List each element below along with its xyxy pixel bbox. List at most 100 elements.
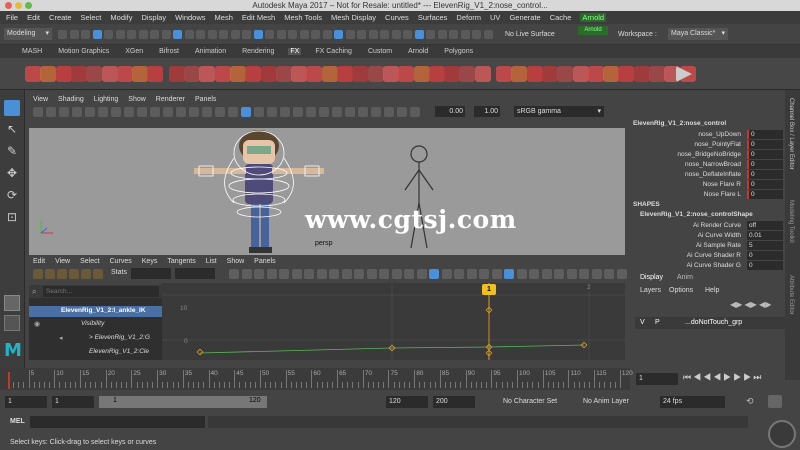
fps-dropdown[interactable]: 24 fps bbox=[660, 396, 725, 408]
shape-channel-row[interactable]: Ai Curve Width 0.01 bbox=[630, 231, 785, 241]
status-tool-icon[interactable] bbox=[311, 30, 320, 39]
tangent-icon[interactable] bbox=[69, 269, 79, 279]
shelf-tool-icon[interactable] bbox=[557, 66, 574, 82]
status-tool-icon[interactable] bbox=[426, 30, 435, 39]
viewport-tool-icon[interactable] bbox=[124, 107, 134, 117]
channel-value[interactable]: 0 bbox=[747, 251, 783, 260]
time-slider[interactable]: 5 10 15 20 25 30 35 40 45 50 55 60 65 70 75 80 85 90 95 100… bbox=[0, 368, 633, 390]
outliner-item-child-2[interactable]: ElevenRig_V1_2:Cle bbox=[89, 348, 149, 355]
shelf-tool-icon[interactable] bbox=[496, 66, 512, 82]
shelf-tool-icon[interactable] bbox=[526, 66, 543, 82]
shelf-tool-icon[interactable] bbox=[367, 66, 384, 82]
shelf-tool-icon[interactable] bbox=[541, 66, 558, 82]
viewport-tool-icon[interactable] bbox=[267, 107, 277, 117]
channel-row[interactable]: Nose Flare L 0 bbox=[630, 190, 785, 200]
channel-row[interactable]: nose_DeflateInflate 0 bbox=[630, 170, 785, 180]
viewport-menu-panels[interactable]: Panels bbox=[195, 96, 216, 103]
shape-channel-row[interactable]: Ai Sample Rate 5 bbox=[630, 241, 785, 251]
graph-menu-view[interactable]: View bbox=[55, 258, 70, 265]
graph-tool-icon[interactable] bbox=[241, 269, 252, 279]
viewport-tool-icon[interactable] bbox=[410, 107, 420, 117]
menu-edit-mesh[interactable]: Edit Mesh bbox=[242, 13, 275, 22]
channel-row[interactable]: nose_BridgeNoBridge 0 bbox=[630, 150, 785, 160]
auto-key-icon[interactable] bbox=[768, 395, 782, 408]
shelf-tab-animation[interactable]: Animation bbox=[193, 48, 228, 55]
status-tool-icon[interactable] bbox=[299, 30, 309, 39]
shelf-tool-icon[interactable] bbox=[618, 66, 635, 82]
graph-tool-icon[interactable] bbox=[479, 269, 489, 279]
viewport-tool-icon[interactable] bbox=[98, 107, 108, 117]
status-tool-icon[interactable] bbox=[472, 30, 481, 39]
viewport-tool-icon[interactable] bbox=[111, 107, 121, 117]
menu-mesh[interactable]: Mesh bbox=[215, 13, 233, 22]
graph-menu-list[interactable]: List bbox=[206, 258, 217, 265]
status-tool-icon[interactable] bbox=[357, 30, 366, 39]
status-tool-icon[interactable] bbox=[276, 30, 286, 39]
menu-uv[interactable]: UV bbox=[490, 13, 500, 22]
graph-tool-icon[interactable] bbox=[266, 269, 277, 279]
graph-tool-icon[interactable] bbox=[279, 269, 289, 279]
viewport-tool-icon[interactable] bbox=[228, 107, 238, 117]
scale-tool-icon[interactable]: ⊡ bbox=[4, 210, 20, 226]
tangent-icon[interactable] bbox=[33, 269, 43, 279]
graph-menu-tangents[interactable]: Tangents bbox=[167, 258, 195, 265]
status-tool-icon[interactable] bbox=[219, 30, 228, 39]
status-tool-icon[interactable] bbox=[161, 30, 171, 39]
status-tool-icon[interactable] bbox=[334, 30, 343, 39]
channel-row[interactable]: nose_PointyFlat 0 bbox=[630, 140, 785, 150]
shelf-tool-icon[interactable] bbox=[321, 66, 338, 82]
status-tool-icon[interactable] bbox=[380, 30, 389, 39]
status-tool-icon[interactable] bbox=[253, 30, 263, 39]
menu-display[interactable]: Display bbox=[142, 13, 167, 22]
viewport-tool-icon[interactable] bbox=[332, 107, 342, 117]
menu-file[interactable]: File bbox=[6, 13, 18, 22]
outliner-item-visibility[interactable]: Visibility bbox=[81, 320, 104, 327]
graph-tool-icon[interactable] bbox=[366, 269, 377, 279]
viewport-tool-icon[interactable] bbox=[150, 107, 160, 117]
move-tool-icon[interactable]: ✥ bbox=[4, 166, 20, 182]
menu-create[interactable]: Create bbox=[49, 13, 72, 22]
status-tool-icon[interactable] bbox=[81, 30, 90, 39]
shelf-tool-icon[interactable] bbox=[70, 66, 87, 82]
graph-tool-icon[interactable] bbox=[504, 269, 514, 279]
shelf-tool-icon[interactable] bbox=[260, 66, 277, 82]
playback-controls[interactable]: ⏮◀◀◀▶▶▶⏭ bbox=[683, 372, 783, 386]
status-tool-icon[interactable] bbox=[104, 30, 113, 39]
graph-tool-icon[interactable] bbox=[354, 269, 364, 279]
viewport-menu-shading[interactable]: Shading bbox=[58, 96, 84, 103]
shelf-tool-icon[interactable] bbox=[55, 66, 72, 82]
status-tool-icon[interactable] bbox=[58, 30, 67, 39]
viewport-tool-icon[interactable] bbox=[384, 107, 394, 117]
menu-edit[interactable]: Edit bbox=[27, 13, 40, 22]
shelf-tab-fx-caching[interactable]: FX Caching bbox=[313, 48, 354, 55]
shelf-tool-icon[interactable] bbox=[459, 66, 476, 82]
graph-menu-edit[interactable]: Edit bbox=[33, 258, 45, 265]
status-tool-icon[interactable] bbox=[288, 30, 297, 39]
channel-row[interactable]: Nose Flare R 0 bbox=[630, 180, 785, 190]
viewport-tool-icon[interactable] bbox=[306, 107, 316, 117]
layer-row[interactable]: V P ...doNotTouch_grp bbox=[635, 317, 785, 329]
graph-tool-icon[interactable] bbox=[579, 269, 589, 279]
status-tool-icon[interactable] bbox=[92, 30, 102, 39]
shelf-tool-icon[interactable] bbox=[229, 66, 246, 82]
paint-select-icon[interactable]: ✎ bbox=[4, 144, 20, 160]
workspace-dropdown[interactable]: Maya Classic* ▾ bbox=[668, 28, 728, 40]
viewport-menu-lighting[interactable]: Lighting bbox=[94, 96, 119, 103]
tab-display[interactable]: Display bbox=[640, 274, 663, 281]
menu-cache[interactable]: Cache bbox=[550, 13, 572, 22]
layer-buttons[interactable]: ◀▶ ◀▶ ◀▶ bbox=[730, 300, 780, 310]
graph-tool-icon[interactable] bbox=[316, 269, 327, 279]
graph-tool-icon[interactable] bbox=[591, 269, 602, 279]
channel-value[interactable]: 5 bbox=[747, 241, 783, 250]
shelf-tool-icon[interactable] bbox=[40, 66, 57, 82]
tangent-icon[interactable] bbox=[93, 269, 103, 279]
start-time-field[interactable]: 1 bbox=[5, 396, 47, 408]
status-tool-icon[interactable] bbox=[184, 30, 194, 39]
shelf-tool-icon[interactable] bbox=[147, 66, 164, 82]
viewport-tool-icon[interactable] bbox=[319, 107, 329, 117]
menu-mesh-display[interactable]: Mesh Display bbox=[331, 13, 376, 22]
graph-tool-icon[interactable] bbox=[566, 269, 577, 279]
range-slider[interactable]: 1 120 bbox=[99, 396, 267, 408]
status-tool-icon[interactable] bbox=[414, 30, 424, 39]
layers-menu[interactable]: Layers bbox=[640, 287, 661, 294]
